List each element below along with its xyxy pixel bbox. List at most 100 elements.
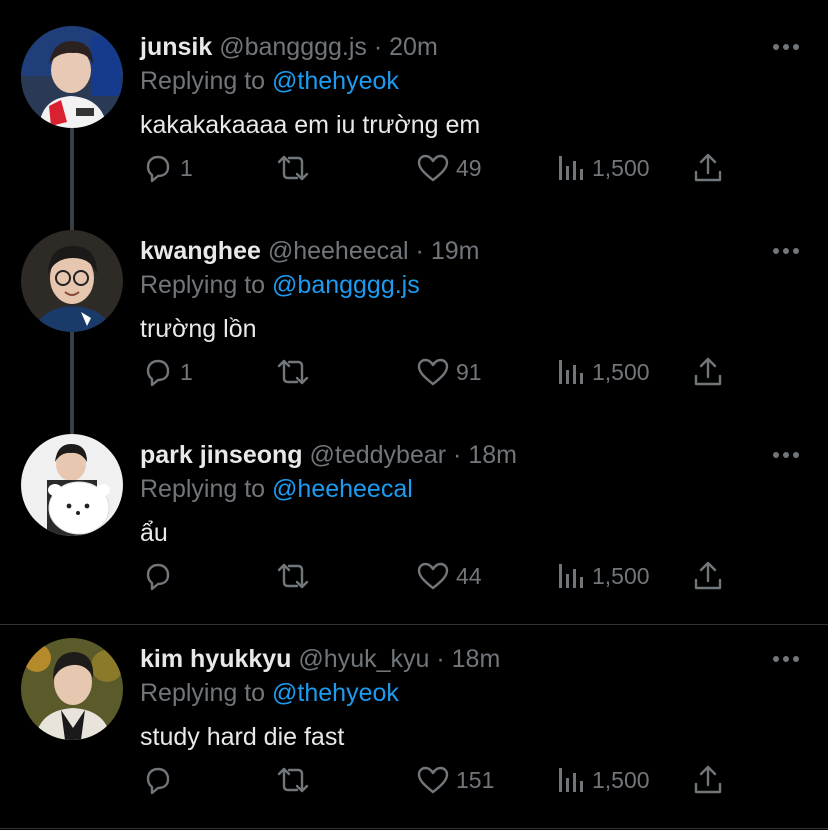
- replying-prefix: Replying to: [140, 67, 273, 95]
- replying-to-link[interactable]: @thehyeok: [272, 67, 399, 95]
- reply-bubble-icon: [146, 767, 170, 795]
- views-button[interactable]: 1,500: [556, 764, 650, 796]
- display-name[interactable]: kim hyukkyu: [140, 645, 291, 673]
- like-button[interactable]: 151: [416, 764, 494, 796]
- reply-button[interactable]: [142, 764, 180, 796]
- share-upload-icon: [694, 765, 722, 794]
- replying-to-link[interactable]: @heeheecal: [272, 475, 413, 503]
- views-bar-chart-icon: [559, 564, 583, 588]
- reply-count: 1: [180, 154, 193, 181]
- retweet-button[interactable]: [275, 764, 311, 796]
- timestamp[interactable]: 20m: [389, 33, 438, 61]
- tweet-header: park jinseong @teddybear · 18m: [140, 440, 517, 470]
- tweet-header: kim hyukkyu @hyuk_kyu · 18m: [140, 644, 500, 674]
- heart-icon: [417, 766, 449, 794]
- reply-button[interactable]: 1: [142, 152, 193, 184]
- retweet-icon: [277, 359, 309, 385]
- heart-icon: [417, 154, 449, 182]
- views-button[interactable]: 1,500: [556, 152, 650, 184]
- tweet-actions: 1 49 1,500: [140, 152, 740, 184]
- replying-to: Replying to @thehyeok: [140, 678, 399, 708]
- like-button[interactable]: 49: [416, 152, 482, 184]
- replying-prefix: Replying to: [140, 475, 273, 503]
- views-count: 1,500: [592, 766, 650, 793]
- user-handle[interactable]: @hyuk_kyu: [298, 645, 429, 673]
- replying-to: Replying to @thehyeok: [140, 66, 399, 96]
- views-count: 1,500: [592, 154, 650, 181]
- like-button[interactable]: 44: [416, 560, 482, 592]
- share-button[interactable]: [692, 152, 724, 184]
- retweet-button[interactable]: [275, 356, 311, 388]
- reply-bubble-icon: [146, 359, 170, 387]
- avatar[interactable]: [21, 26, 123, 128]
- replying-to: Replying to @heeheecal: [140, 474, 413, 504]
- like-count: 44: [456, 562, 482, 589]
- reply-count: 1: [180, 358, 193, 385]
- more-dots-icon[interactable]: [772, 244, 800, 258]
- tweet-header: junsik @bangggg.js · 20m: [140, 32, 438, 62]
- divider: [0, 624, 828, 625]
- reply-bubble-icon: [146, 155, 170, 183]
- share-button[interactable]: [692, 356, 724, 388]
- separator-dot: ·: [415, 237, 424, 265]
- more-dots-icon[interactable]: [772, 40, 800, 54]
- views-button[interactable]: 1,500: [556, 356, 650, 388]
- more-dots-icon[interactable]: [772, 448, 800, 462]
- separator-dot: ·: [373, 33, 383, 61]
- replying-to-link[interactable]: @bangggg.js: [272, 271, 420, 299]
- tweet-text: trường lồn: [140, 315, 257, 343]
- tweet-text: kakakakaaaa em iu trường em: [140, 111, 481, 139]
- views-bar-chart-icon: [559, 360, 583, 384]
- tweet-actions: 44 1,500: [140, 560, 740, 592]
- views-bar-chart-icon: [559, 768, 583, 792]
- user-handle[interactable]: @teddybear: [310, 441, 447, 469]
- timestamp[interactable]: 18m: [452, 645, 501, 673]
- share-upload-icon: [694, 357, 722, 386]
- retweet-button[interactable]: [275, 152, 311, 184]
- avatar[interactable]: [21, 638, 123, 740]
- like-count: 151: [456, 766, 495, 793]
- like-count: 91: [456, 358, 482, 385]
- thread-line-2: [70, 332, 74, 436]
- views-count: 1,500: [592, 562, 650, 589]
- thread-line-1: [70, 128, 74, 232]
- replying-prefix: Replying to: [140, 679, 273, 707]
- retweet-button[interactable]: [275, 560, 311, 592]
- divider-bottom: [0, 828, 828, 829]
- display-name[interactable]: park jinseong: [140, 441, 303, 469]
- heart-icon: [417, 562, 449, 590]
- display-name[interactable]: junsik: [140, 33, 212, 61]
- replying-prefix: Replying to: [140, 271, 273, 299]
- display-name[interactable]: kwanghee: [140, 237, 261, 265]
- separator-dot: ·: [453, 441, 462, 469]
- user-handle[interactable]: @heeheecal: [268, 237, 409, 265]
- retweet-icon: [277, 767, 309, 793]
- views-button[interactable]: 1,500: [556, 560, 650, 592]
- views-bar-chart-icon: [559, 156, 583, 180]
- share-button[interactable]: [692, 560, 724, 592]
- reply-button[interactable]: 1: [142, 356, 193, 388]
- heart-icon: [417, 358, 449, 386]
- tweet-actions: 1 91 1,500: [140, 356, 740, 388]
- avatar[interactable]: [21, 230, 123, 332]
- more-dots-icon[interactable]: [772, 652, 800, 666]
- share-upload-icon: [694, 561, 722, 590]
- replying-to-link[interactable]: @thehyeok: [272, 679, 399, 707]
- separator-dot: ·: [436, 645, 445, 673]
- views-count: 1,500: [592, 358, 650, 385]
- reply-button[interactable]: [142, 560, 180, 592]
- share-button[interactable]: [692, 764, 724, 796]
- user-handle[interactable]: @bangggg.js: [219, 33, 367, 61]
- share-upload-icon: [694, 153, 722, 182]
- tweet-text: ẩu: [140, 519, 168, 547]
- replying-to: Replying to @bangggg.js: [140, 270, 420, 300]
- tweet-actions: 151 1,500: [140, 764, 740, 796]
- retweet-icon: [277, 155, 309, 181]
- avatar[interactable]: [21, 434, 123, 536]
- reply-bubble-icon: [146, 563, 170, 591]
- tweet-text: study hard die fast: [140, 723, 345, 751]
- like-button[interactable]: 91: [416, 356, 482, 388]
- timestamp[interactable]: 18m: [468, 441, 517, 469]
- like-count: 49: [456, 154, 482, 181]
- timestamp[interactable]: 19m: [431, 237, 480, 265]
